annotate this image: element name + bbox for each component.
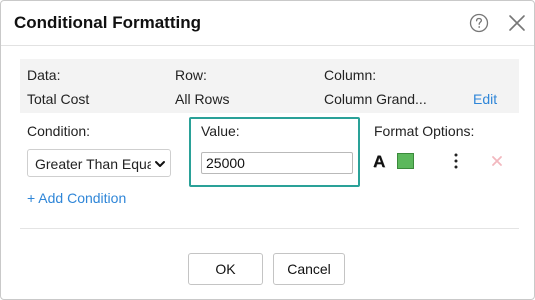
ok-button[interactable]: OK [188,253,263,285]
data-label: Data: [27,67,61,83]
column-value: Column Grand... [324,91,427,107]
condition-label: Condition: [27,123,91,139]
footer-divider [20,228,519,229]
condition-select[interactable]: Greater Than Equal To [27,149,171,177]
font-color-icon[interactable]: A [373,152,385,172]
row-value: All Rows [175,91,230,107]
condition-selected-value: Greater Than Equal To [35,156,151,172]
value-input[interactable] [201,152,353,174]
cancel-button[interactable]: Cancel [273,253,345,285]
value-section: Value: [189,117,360,187]
header-divider [1,45,534,46]
fill-color-swatch[interactable] [397,153,414,169]
format-options-label: Format Options: [374,123,475,139]
column-label: Column: [324,67,377,83]
row-label: Row: [175,67,207,83]
add-condition-link[interactable]: + Add Condition [27,190,126,206]
close-icon[interactable] [507,13,527,33]
dialog-title: Conditional Formatting [14,13,201,32]
info-panel: Data: Total Cost Row: All Rows Column: C… [20,59,519,113]
conditional-formatting-dialog: Conditional Formatting Data: Total Cost … [0,0,535,300]
remove-condition-icon[interactable] [491,155,503,167]
value-label: Value: [201,123,240,139]
data-value: Total Cost [27,91,90,107]
help-icon[interactable] [469,13,489,33]
more-options-icon[interactable] [451,152,461,170]
chevron-down-icon [155,161,165,167]
edit-link[interactable]: Edit [473,91,497,107]
